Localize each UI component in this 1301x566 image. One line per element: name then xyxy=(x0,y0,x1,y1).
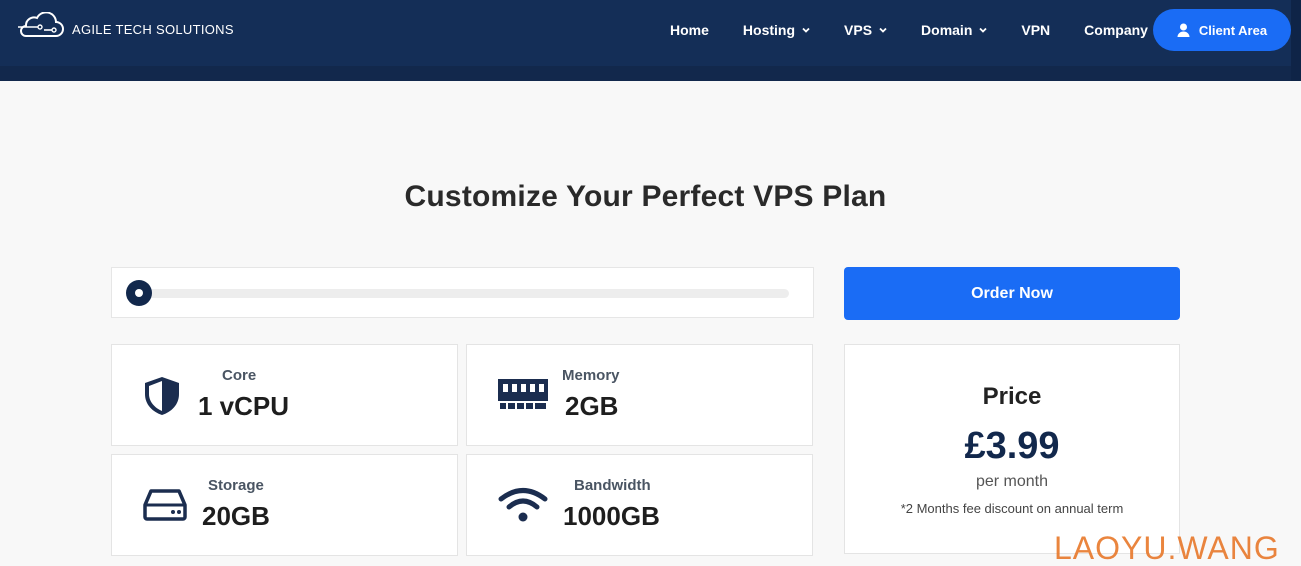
shield-icon xyxy=(145,377,179,415)
chevron-down-icon xyxy=(879,27,887,33)
order-now-button[interactable]: Order Now xyxy=(844,267,1180,320)
memory-icon xyxy=(498,379,548,409)
slider-handle[interactable] xyxy=(126,280,152,306)
spec-card-memory: Memory 2GB xyxy=(466,344,813,446)
spec-value: 1000GB xyxy=(563,501,660,531)
nav-item-label: Domain xyxy=(921,22,973,38)
chevron-down-icon xyxy=(979,27,988,33)
main-nav: Home Hosting VPS Domain VPN Company xyxy=(670,0,1197,60)
nav-item-domain[interactable]: Domain xyxy=(921,22,988,38)
scrollbar-strip xyxy=(1291,0,1301,81)
spec-card-storage: Storage 20GB xyxy=(111,454,458,556)
nav-item-company[interactable]: Company xyxy=(1084,22,1163,38)
user-icon xyxy=(1177,23,1190,37)
site-header: AGILE TECH SOLUTIONS Home Hosting VPS Do… xyxy=(0,0,1301,81)
spec-card-bandwidth: Bandwidth 1000GB xyxy=(466,454,813,556)
brand-name: AGILE TECH SOLUTIONS xyxy=(72,21,234,37)
page-title: Customize Your Perfect VPS Plan xyxy=(404,180,887,213)
spec-label: Storage xyxy=(208,477,264,494)
slider-track[interactable] xyxy=(139,289,789,298)
spec-value: 20GB xyxy=(202,501,270,531)
spec-card-core: Core 1 vCPU xyxy=(111,344,458,446)
nav-item-label: VPS xyxy=(844,22,873,38)
nav-item-label: Home xyxy=(670,22,709,38)
client-area-button[interactable]: Client Area xyxy=(1153,9,1291,51)
plan-slider[interactable] xyxy=(111,267,814,318)
price-amount: £3.99 xyxy=(964,425,1060,467)
price-period: per month xyxy=(975,473,1049,490)
watermark: LAOYU.WANG xyxy=(1054,530,1280,566)
nav-item-vpn[interactable]: VPN xyxy=(1021,22,1050,38)
nav-item-home[interactable]: Home xyxy=(670,22,709,38)
nav-item-hosting[interactable]: Hosting xyxy=(743,22,810,38)
spec-value: 2GB xyxy=(565,391,619,421)
price-card: Price £3.99 per month *2 Months fee disc… xyxy=(844,344,1180,554)
price-note: *2 Months fee discount on annual term xyxy=(900,501,1124,516)
cloud-circuit-icon xyxy=(18,12,64,37)
nav-item-label: VPN xyxy=(1021,22,1051,38)
client-area-label: Client Area xyxy=(1198,22,1268,38)
chevron-down-icon xyxy=(802,27,810,33)
price-heading: Price xyxy=(982,383,1042,410)
spec-label: Bandwidth xyxy=(574,477,651,494)
nav-item-vps[interactable]: VPS xyxy=(844,22,887,38)
spec-value: 1 vCPU xyxy=(198,391,290,421)
spec-label: Core xyxy=(222,367,257,384)
hard-drive-icon xyxy=(143,489,187,521)
spec-label: Memory xyxy=(562,367,620,384)
nav-item-label: Hosting xyxy=(742,22,796,38)
nav-item-label: Company xyxy=(1084,22,1148,38)
site-logo[interactable]: AGILE TECH SOLUTIONS xyxy=(16,12,234,38)
wifi-icon xyxy=(498,488,548,522)
